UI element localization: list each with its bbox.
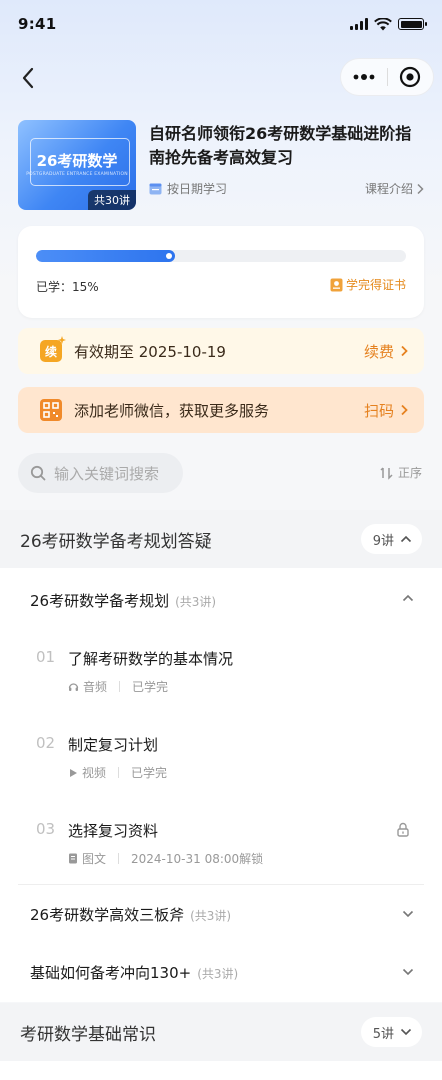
wifi-icon (374, 17, 392, 30)
scan-button[interactable]: 扫码 (364, 400, 408, 421)
document-icon (69, 853, 77, 864)
wechat-banner[interactable]: 添加老师微信，获取更多服务 扫码 (18, 387, 424, 433)
chapter-item[interactable]: 26考研数学备考规划 (共3讲) (30, 590, 216, 611)
chapter-item[interactable]: 基础如何备考冲向130+ (共3讲) (30, 962, 238, 983)
sort-icon (380, 466, 393, 480)
more-dots-icon (353, 74, 375, 80)
cover-title: 26考研数学 (36, 152, 118, 170)
search-placeholder: 输入关键词搜索 (54, 464, 160, 483)
lesson-type: 图文 (82, 852, 107, 866)
status-icons (350, 17, 427, 31)
lesson-type: 音频 (83, 680, 108, 694)
search-icon (30, 465, 46, 481)
lesson-meta: 视频 已学完 (68, 764, 167, 781)
more-button[interactable] (341, 74, 387, 80)
close-mini-program-button[interactable] (388, 66, 434, 88)
chapter-count: (共3讲) (197, 967, 239, 981)
course-intro-label: 课程介绍 (364, 182, 413, 196)
lesson-number: 02 (36, 734, 56, 752)
certificate-link[interactable]: 学完得证书 (330, 276, 406, 293)
scan-label: 扫码 (363, 401, 394, 420)
status-time: 9:41 (18, 15, 57, 33)
progress-knob (165, 253, 172, 259)
validity-banner[interactable]: 续 有效期至 2025-10-19 续费 (18, 328, 424, 374)
nav-bar (0, 58, 442, 98)
chapter-item[interactable]: 26考研数学高效三板斧 (共3讲) (30, 904, 231, 925)
schedule-info: 按日期学习 (149, 180, 227, 197)
chapter-count: (共3讲) (190, 909, 232, 923)
signal-icon (350, 18, 368, 30)
chapter-title: 26考研数学备考规划 (30, 592, 170, 610)
lesson-meta: 图文 2024-10-31 08:00解锁 (68, 850, 263, 867)
lesson-title: 制定复习计划 (68, 736, 159, 754)
target-circle-icon (400, 66, 421, 88)
sort-toggle[interactable]: 正序 (380, 464, 422, 481)
back-button[interactable] (14, 64, 42, 92)
mini-program-capsule (340, 58, 434, 96)
section-list-edge (0, 1061, 442, 1080)
course-header: 26考研数学 POSTGRADUATE ENTRANCE EXAMINATION… (18, 120, 424, 212)
course-cover[interactable]: 26考研数学 POSTGRADUATE ENTRANCE EXAMINATION… (18, 120, 136, 210)
chevron-up-icon[interactable] (402, 594, 414, 602)
wechat-text: 添加老师微信，获取更多服务 (74, 401, 270, 420)
renew-label: 续费 (363, 342, 394, 361)
section-title: 26考研数学备考规划答疑 (20, 531, 212, 552)
section-count-pill[interactable]: 5讲 (360, 1017, 422, 1047)
battery-icon (398, 18, 427, 30)
lesson-item[interactable]: 02 制定复习计划 视频 已学完 (36, 734, 416, 784)
list-divider (18, 884, 424, 885)
progress-fill (36, 250, 175, 262)
lesson-type: 视频 (82, 766, 107, 780)
lesson-meta: 音频 已学完 (68, 678, 168, 695)
chevron-right-icon (417, 183, 424, 194)
lock-icon (397, 822, 409, 837)
calendar-icon (149, 183, 162, 195)
progress-track (36, 250, 406, 262)
chevron-down-icon (400, 1028, 412, 1036)
cover-subtitle: POSTGRADUATE ENTRANCE EXAMINATION (26, 172, 128, 177)
cover-lesson-count: 共30讲 (88, 190, 136, 210)
lesson-number: 03 (36, 820, 56, 838)
headphones-icon (68, 683, 79, 691)
chevron-down-icon[interactable] (402, 910, 414, 918)
progress-card: 已学：15% 学完得证书 (18, 226, 424, 318)
lesson-title: 选择复习资料 (68, 822, 159, 840)
section-header[interactable]: 考研数学基础常识 5讲 (0, 1003, 442, 1061)
section-count: 5讲 (372, 1026, 394, 1042)
lesson-item[interactable]: 03 选择复习资料 图文 2024-10-31 08:00解锁 (36, 820, 416, 870)
section-count: 9讲 (372, 533, 394, 549)
chapter-count: (共3讲) (175, 595, 217, 609)
lesson-number: 01 (36, 648, 56, 666)
chapter-title: 26考研数学高效三板斧 (30, 906, 185, 924)
learned-percent: 已学：15% (36, 280, 99, 294)
chevron-right-icon (401, 404, 408, 416)
renew-button[interactable]: 续费 (364, 341, 408, 362)
play-icon (70, 768, 77, 777)
chevron-right-icon (401, 345, 408, 357)
certificate-icon (330, 278, 343, 291)
qrcode-icon (40, 399, 62, 421)
course-intro-link[interactable]: 课程介绍 (365, 180, 424, 197)
renew-icon: 续 (40, 336, 66, 362)
chevron-down-icon[interactable] (402, 968, 414, 976)
certificate-label: 学完得证书 (345, 278, 406, 292)
sort-label: 正序 (397, 466, 422, 480)
lesson-status: 已学完 (131, 766, 168, 780)
section-count-pill[interactable]: 9讲 (360, 524, 422, 554)
lesson-status: 2024-10-31 08:00解锁 (131, 852, 264, 866)
search-input[interactable]: 输入关键词搜索 (18, 453, 183, 493)
status-bar: 9:41 (0, 0, 442, 48)
section-header[interactable]: 26考研数学备考规划答疑 9讲 (0, 510, 442, 568)
chapter-title: 基础如何备考冲向130+ (30, 964, 192, 982)
chapter-list: 26考研数学备考规划 (共3讲) 01 了解考研数学的基本情况 音频 已学完 0… (0, 568, 442, 1002)
chevron-up-icon (400, 535, 412, 543)
lesson-item[interactable]: 01 了解考研数学的基本情况 音频 已学完 (36, 648, 416, 698)
lesson-title: 了解考研数学的基本情况 (68, 650, 234, 668)
lesson-status: 已学完 (132, 680, 169, 694)
section-title: 考研数学基础常识 (20, 1024, 156, 1045)
course-title: 自研名师领衔26考研数学基础进阶指南抢先备考高效复习 (149, 124, 412, 167)
validity-text: 有效期至 2025-10-19 (74, 342, 226, 361)
chevron-left-icon (22, 67, 34, 89)
schedule-label: 按日期学习 (167, 182, 228, 196)
